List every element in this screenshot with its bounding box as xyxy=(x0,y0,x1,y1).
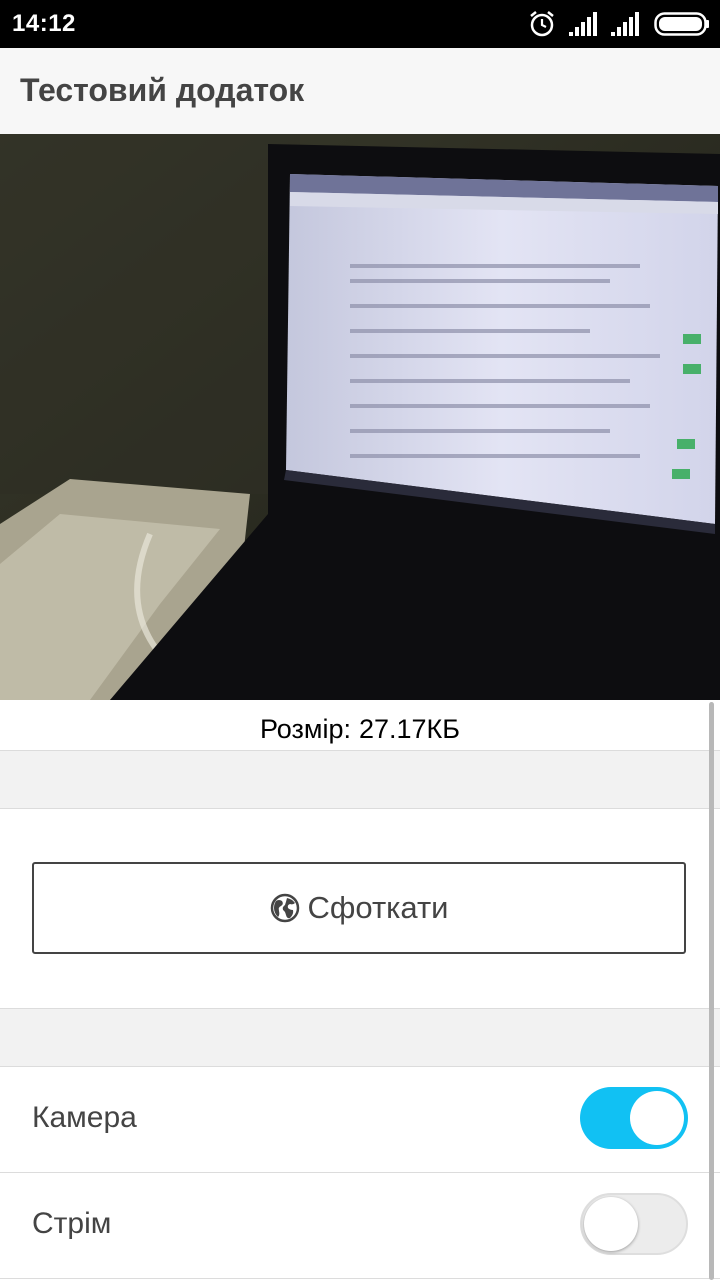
scrollbar[interactable] xyxy=(709,702,714,1280)
camera-toggle-label: Камера xyxy=(32,1101,137,1134)
toggle-row-stream[interactable]: Стрім xyxy=(0,1173,720,1279)
battery-icon xyxy=(654,12,709,36)
camera-toggle-switch[interactable] xyxy=(580,1087,688,1149)
stream-toggle-label: Стрім xyxy=(32,1207,112,1240)
photo-image xyxy=(0,134,720,700)
capture-photo-label: Сфоткати xyxy=(307,890,449,925)
capture-photo-button[interactable]: Сфоткати xyxy=(32,862,686,954)
status-bar: 14:12 xyxy=(0,0,720,48)
toggle-knob xyxy=(630,1091,684,1145)
signal-icon-2 xyxy=(611,12,639,36)
section-divider xyxy=(0,751,720,809)
section-divider-2 xyxy=(0,1009,720,1067)
page-title: Тестовий додаток xyxy=(20,72,305,108)
stream-toggle-switch[interactable] xyxy=(580,1193,688,1255)
capture-section: Сфоткати xyxy=(0,809,720,1009)
app-bar: Тестовий додаток xyxy=(0,48,720,135)
captured-photo xyxy=(0,134,720,700)
size-label: Розмір: xyxy=(259,714,351,744)
status-time: 14:12 xyxy=(12,10,76,37)
alarm-icon xyxy=(530,11,554,37)
toggle-row-camera[interactable]: Камера xyxy=(0,1067,720,1173)
size-info-row: Розмір: 27.17КБ xyxy=(0,700,720,751)
size-value: 27.17КБ xyxy=(358,714,460,744)
toggle-knob xyxy=(584,1197,638,1251)
globe-icon xyxy=(270,893,299,923)
signal-icon xyxy=(569,12,597,36)
